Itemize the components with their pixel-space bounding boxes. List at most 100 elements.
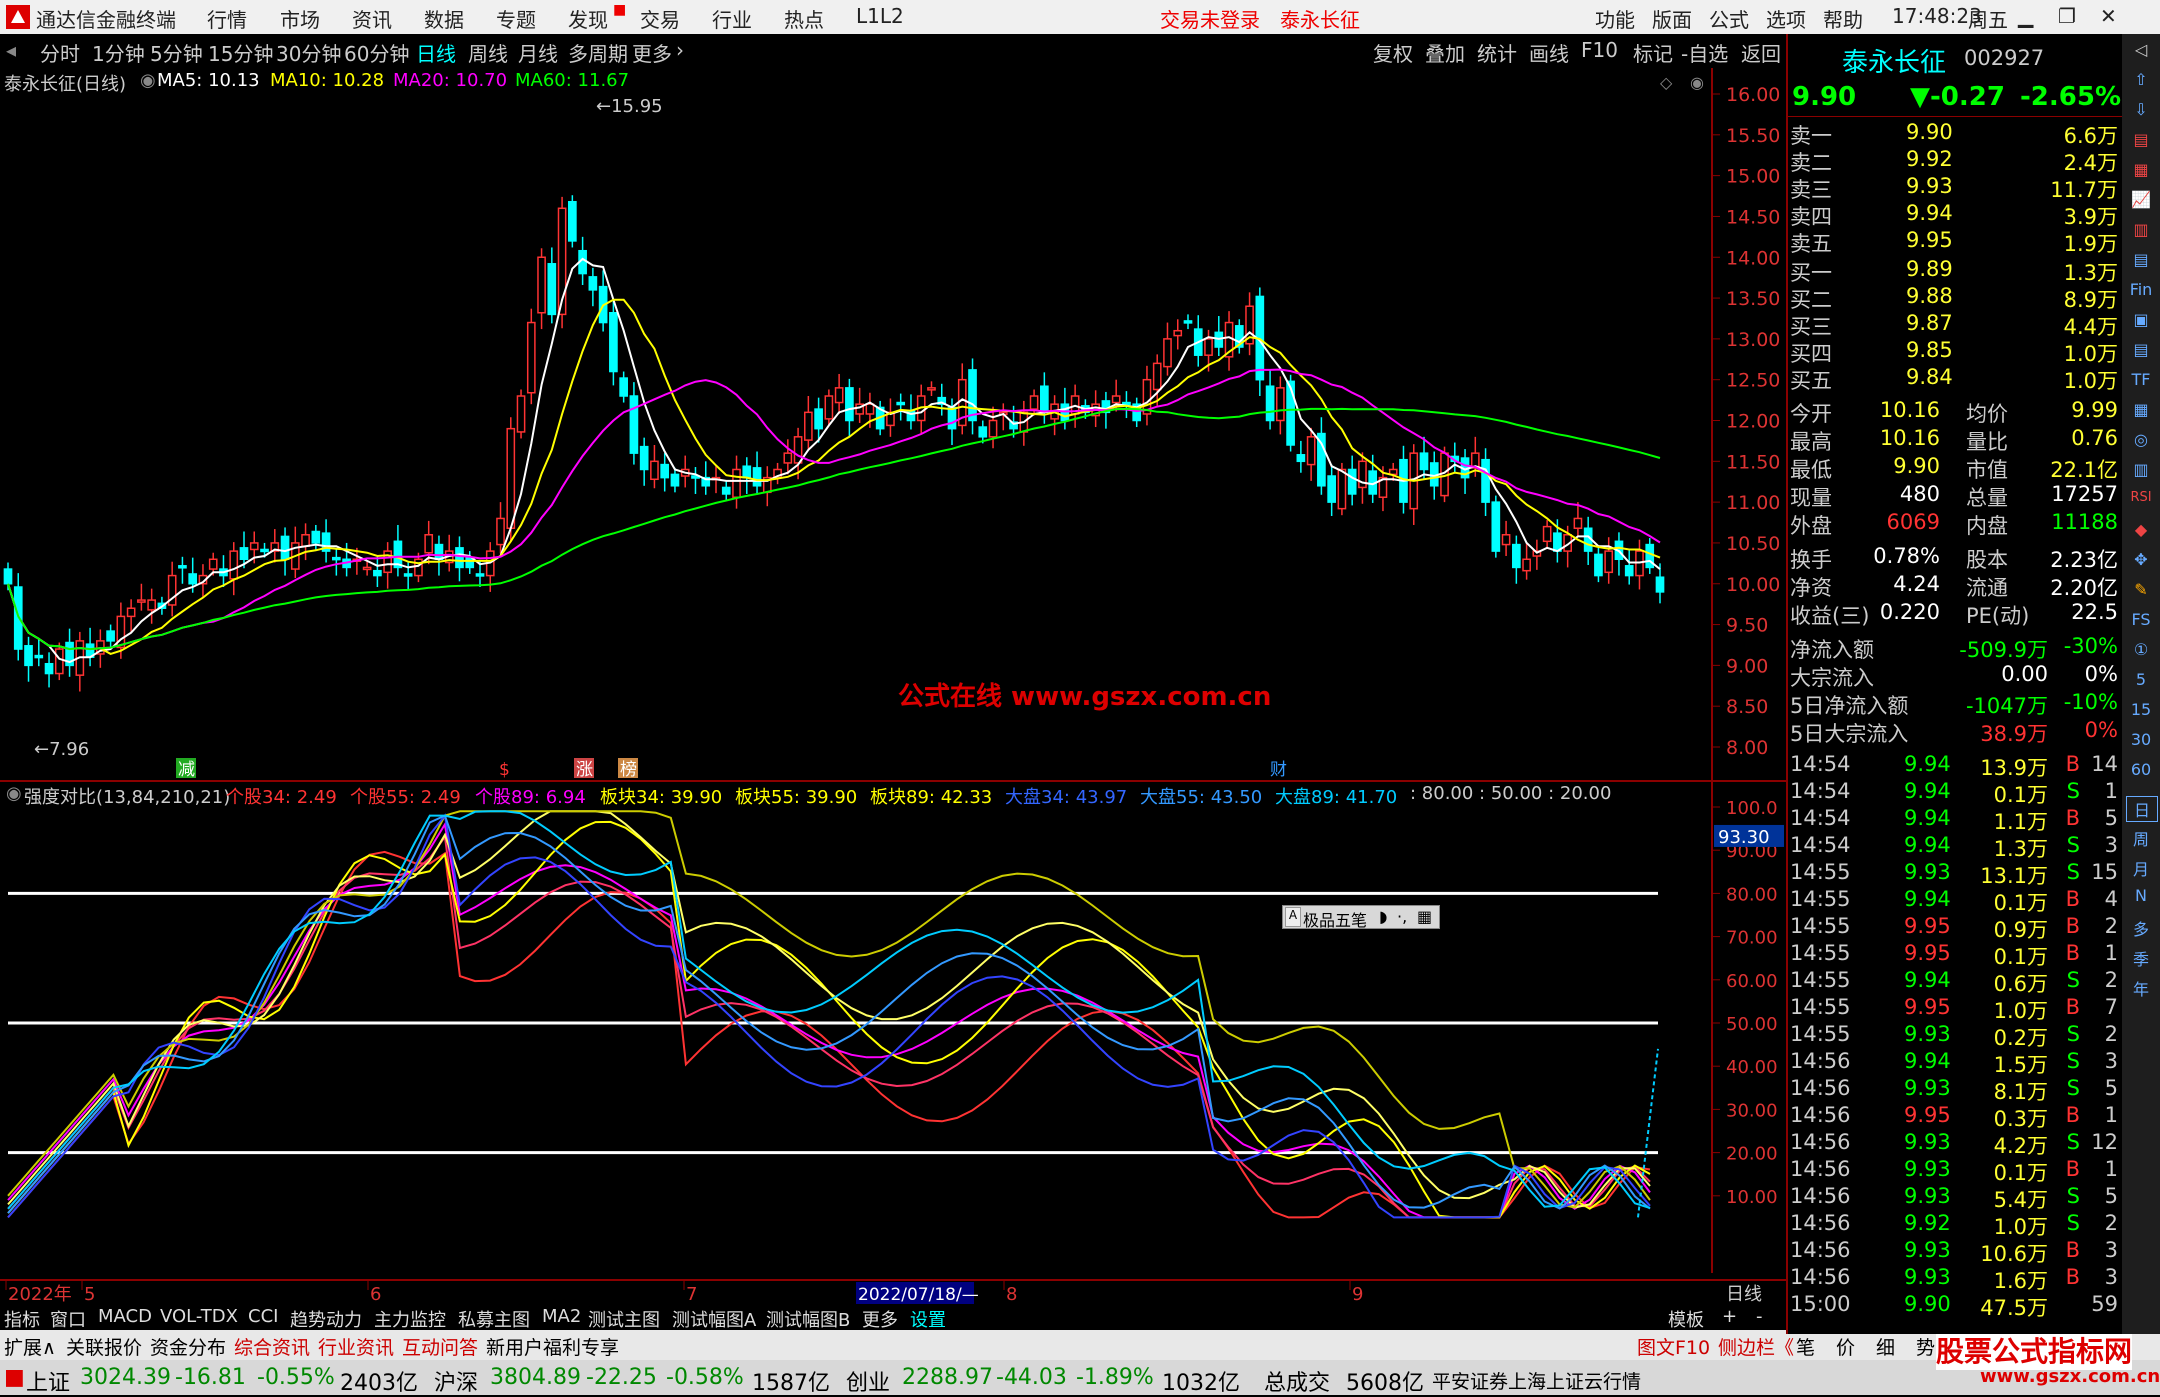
menu-redian[interactable]: 热点 [784, 4, 824, 33]
news-icon[interactable]: ▦ [2126, 400, 2156, 419]
menu-faxian[interactable]: 发现 [568, 4, 608, 33]
trend-icon[interactable]: 📈 [2126, 190, 2156, 209]
tab-ceshi-a[interactable]: 测试幅图A [672, 1306, 756, 1332]
cycle-1-icon[interactable]: ① [2126, 640, 2156, 659]
period-multi[interactable]: 多周期 [568, 38, 628, 67]
menu-zixun[interactable]: 资讯 [352, 4, 392, 33]
tab-hudong[interactable]: 互动问答 [402, 1333, 478, 1360]
settings-icon[interactable]: ◉ [140, 70, 156, 91]
book-icon[interactable]: ▤ [2126, 340, 2156, 359]
index-hs-name[interactable]: 沪深 [434, 1365, 478, 1397]
n-button[interactable]: N [2126, 886, 2156, 905]
menu-shichang[interactable]: 市场 [280, 4, 320, 33]
tab-cci[interactable]: CCI [248, 1306, 278, 1327]
index-sh-name[interactable]: 上证 [26, 1365, 70, 1397]
tool-huaxian[interactable]: 画线 [1529, 38, 1569, 67]
kline-icon[interactable]: ▥ [2126, 220, 2156, 239]
fs-icon[interactable]: FS [2126, 610, 2156, 629]
period-15min[interactable]: 15分钟 [208, 38, 273, 67]
period-60min[interactable]: 60分钟 [344, 38, 409, 67]
tab-ma2[interactable]: MA2 [542, 1306, 581, 1327]
tab-zhibiao[interactable]: 指标 [4, 1306, 40, 1332]
diamond-icon[interactable]: ◆ [2126, 520, 2156, 539]
tab-shi[interactable]: 势 [1916, 1333, 1935, 1360]
season-button[interactable]: 季 [2126, 946, 2156, 970]
period-daily[interactable]: 日线 [416, 38, 456, 67]
tab-guanlian[interactable]: 关联报价 [66, 1333, 142, 1360]
arrow-down-icon[interactable]: ⇩ [2126, 100, 2156, 119]
ime-mode-icon[interactable]: A [1285, 907, 1301, 927]
tool-biaoji[interactable]: 标记 [1633, 38, 1673, 67]
keyboard-icon[interactable]: ▦ [1417, 907, 1432, 926]
tab-sidebar[interactable]: 侧边栏《 [1718, 1333, 1794, 1360]
kline-chart-area[interactable]: 16.00 15.50 15.00 14.50 14.00 13.50 13.00 12.50… [0, 68, 1786, 1305]
tab-fuli[interactable]: 新用户福利专享 [486, 1333, 619, 1360]
restore-icon[interactable]: ❐ [2058, 4, 2076, 28]
period-1min[interactable]: 1分钟 [92, 38, 145, 67]
tool-fanhui[interactable]: 返回 [1741, 38, 1781, 67]
minimize-icon[interactable]: ▁ [2018, 4, 2033, 28]
menu-shuju[interactable]: 数据 [424, 4, 464, 33]
tab-hangye-zixun[interactable]: 行业资讯 [318, 1333, 394, 1360]
menu-bangzhu[interactable]: 帮助 [1823, 4, 1863, 33]
chevron-right-icon[interactable]: › [676, 38, 684, 62]
menu-hangye[interactable]: 行业 [712, 4, 752, 33]
period-30min[interactable]: 30分钟 [276, 38, 341, 67]
tool-diejia[interactable]: 叠加 [1425, 38, 1465, 67]
tf-icon[interactable]: TF [2126, 370, 2156, 389]
punct-icon[interactable]: ·, [1397, 907, 1407, 926]
tab-qushi[interactable]: 趋势动力 [290, 1306, 362, 1332]
zoom-in-button[interactable]: + [1722, 1306, 1737, 1327]
tab-bi[interactable]: 笔 [1796, 1333, 1815, 1360]
index-cy-name[interactable]: 创业 [846, 1365, 890, 1397]
tool-fuquan[interactable]: 复权 [1373, 38, 1413, 67]
tab-simu[interactable]: 私募主图 [458, 1306, 530, 1332]
tool-f10[interactable]: F10 [1581, 38, 1618, 62]
fin-icon[interactable]: Fin [2126, 280, 2156, 299]
rsi-icon[interactable]: RSI [2126, 490, 2156, 505]
tab-zijin[interactable]: 资金分布 [150, 1333, 226, 1360]
tab-jia[interactable]: 价 [1836, 1333, 1855, 1360]
tab-vol-tdx[interactable]: VOL-TDX [160, 1306, 238, 1327]
moon-icon[interactable]: ◗ [1379, 907, 1387, 926]
menu-jiaoyi[interactable]: 交易 [640, 4, 680, 33]
grid-icon[interactable]: ▦ [2126, 160, 2156, 179]
tab-chuangkou[interactable]: 窗口 [50, 1306, 86, 1332]
tab-zonghe[interactable]: 综合资讯 [234, 1333, 310, 1360]
target-icon[interactable]: ◎ [2126, 430, 2156, 449]
tab-f10[interactable]: 图文F10 [1637, 1333, 1710, 1360]
tab-xi[interactable]: 细 [1876, 1333, 1895, 1360]
min30-button[interactable]: 30 [2126, 730, 2156, 749]
period-fenshi[interactable]: 分时 [40, 38, 80, 67]
tab-ceshizhutu[interactable]: 测试主图 [588, 1306, 660, 1332]
period-monthly[interactable]: 月线 [518, 38, 558, 67]
login-status[interactable]: 交易未登录 [1160, 4, 1260, 33]
pen-icon[interactable]: ✎ [2126, 580, 2156, 599]
doc-icon[interactable]: ▣ [2126, 310, 2156, 329]
year-button[interactable]: 年 [2126, 976, 2156, 1000]
monthly-button[interactable]: 月 [2126, 856, 2156, 880]
table-icon[interactable]: ▤ [2126, 250, 2156, 269]
tab-template[interactable]: 模板 [1668, 1306, 1704, 1332]
menu-banmian[interactable]: 版面 [1652, 4, 1692, 33]
ime-popup[interactable]: A 极品五笔 ◗ ·, ▦ [1282, 905, 1440, 930]
multi-button[interactable]: 多 [2126, 916, 2156, 940]
indicator-settings-icon[interactable]: ◉ [6, 783, 22, 804]
move-icon[interactable]: ✥ [2126, 550, 2156, 569]
daily-button[interactable]: 日 [2126, 796, 2158, 822]
menu-gongshi[interactable]: 公式 [1709, 4, 1749, 33]
tab-ceshi-b[interactable]: 测试幅图B [766, 1306, 850, 1332]
tab-macd[interactable]: MACD [98, 1306, 152, 1327]
tab-settings[interactable]: 设置 [910, 1306, 946, 1332]
chart-icon[interactable]: ▥ [2126, 460, 2156, 479]
list-icon[interactable]: ▤ [2126, 130, 2156, 149]
menu-gongneng[interactable]: 功能 [1595, 4, 1635, 33]
tab-more[interactable]: 更多 [862, 1306, 898, 1332]
zoom-out-button[interactable]: - [1756, 1306, 1763, 1327]
menu-hangqing[interactable]: 行情 [207, 4, 247, 33]
back-icon[interactable]: ◂ [6, 38, 16, 62]
period-5min[interactable]: 5分钟 [150, 38, 203, 67]
min15-button[interactable]: 15 [2126, 700, 2156, 719]
tool-zixuan[interactable]: -自选 [1681, 38, 1728, 67]
period-more[interactable]: 更多 [632, 38, 672, 67]
